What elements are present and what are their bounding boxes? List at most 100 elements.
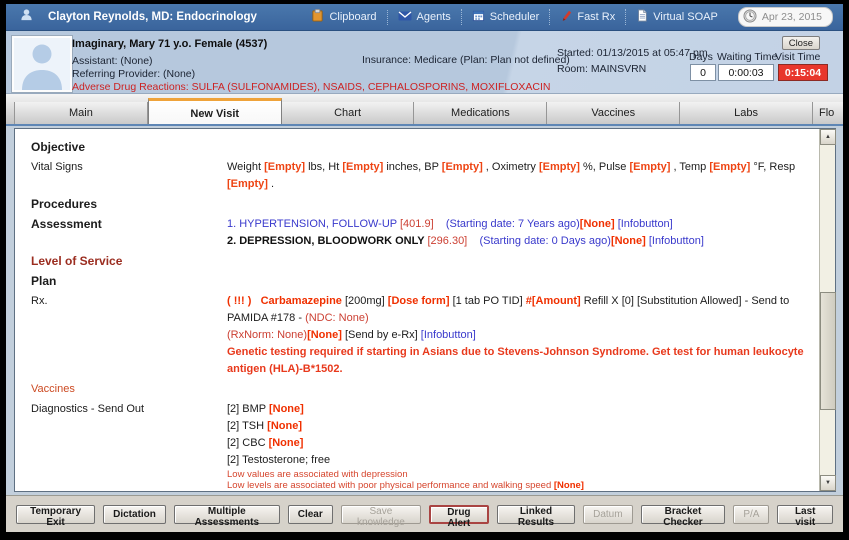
note-line[interactable]: (RxNorm: None)[None] [Send by e-Rx] [Inf… bbox=[227, 327, 815, 344]
virtual-soap-button[interactable]: Virtual SOAP bbox=[625, 9, 728, 25]
document-icon bbox=[636, 9, 648, 25]
content-area: Objective Vital SignsWeight [Empty] lbs, … bbox=[6, 126, 843, 495]
clock-icon bbox=[743, 9, 757, 26]
date-picker[interactable]: Apr 23, 2015 bbox=[738, 7, 833, 27]
patient-referring-provider: Referring Provider: (None) bbox=[72, 68, 195, 80]
patient-assistant: Assistant: (None) bbox=[72, 55, 153, 67]
section-body bbox=[227, 139, 815, 156]
datum-button: Datum bbox=[583, 505, 632, 524]
note-block: Vaccines bbox=[31, 381, 815, 398]
note-line[interactable]: 2. DEPRESSION, BLOODWORK ONLY [296.30] (… bbox=[227, 233, 815, 250]
note-block: Procedures bbox=[31, 196, 815, 213]
agents-button[interactable]: Agents bbox=[387, 10, 461, 25]
note-block: Assessment1. HYPERTENSION, FOLLOW-UP [40… bbox=[31, 216, 815, 250]
section-body: Weight [Empty] lbs, Ht [Empty] inches, B… bbox=[227, 159, 815, 193]
patient-insurance: Insurance: Medicare (Plan: Plan not defi… bbox=[362, 54, 570, 66]
scroll-up-arrow[interactable]: ▲ bbox=[820, 129, 836, 145]
adverse-drug-reactions: Adverse Drug Reactions: SULFA (SULFONAMI… bbox=[72, 81, 550, 93]
scheduler-button[interactable]: Scheduler bbox=[461, 9, 550, 25]
section-body: [2] BMP [None][2] TSH [None][2] CBC [Non… bbox=[227, 401, 815, 491]
tab-new-visit[interactable]: New Visit bbox=[148, 98, 282, 126]
section-body bbox=[227, 273, 815, 290]
note-line[interactable]: [2] CBC [None] bbox=[227, 435, 815, 452]
dictation-button[interactable]: Dictation bbox=[103, 505, 166, 524]
scheduler-label: Scheduler bbox=[490, 11, 540, 23]
soap-note-panel: Objective Vital SignsWeight [Empty] lbs, … bbox=[14, 128, 836, 492]
note-content: Objective Vital SignsWeight [Empty] lbs, … bbox=[15, 129, 819, 491]
section-body bbox=[227, 196, 815, 213]
p-a-button: P/A bbox=[733, 505, 769, 524]
waiting-time-value: 0:00:03 bbox=[718, 64, 774, 81]
note-line[interactable]: Low values are associated with depressio… bbox=[227, 469, 815, 480]
clipboard-button[interactable]: Clipboard bbox=[301, 9, 386, 25]
multiple-assessments-button[interactable]: Multiple Assessments bbox=[174, 505, 280, 524]
close-button[interactable]: Close bbox=[782, 36, 820, 50]
clipboard-icon bbox=[311, 9, 324, 25]
patient-name: Imaginary, Mary 71 y.o. Female (4537) bbox=[72, 38, 267, 50]
provider-title: Clayton Reynolds, MD: Endocrinology bbox=[48, 11, 257, 23]
section-label: Procedures bbox=[31, 196, 227, 213]
note-line[interactable]: Low levels are associated with poor phys… bbox=[227, 480, 815, 491]
section-label: Objective bbox=[31, 139, 227, 156]
titlebar: Clayton Reynolds, MD: Endocrinology Clip… bbox=[6, 4, 843, 31]
vertical-scrollbar[interactable]: ▲ ▼ bbox=[819, 129, 835, 491]
last-visit-button[interactable]: Last visit bbox=[777, 505, 833, 524]
virtual-soap-label: Virtual SOAP bbox=[653, 11, 718, 23]
date-value: Apr 23, 2015 bbox=[762, 11, 822, 23]
tab-medications[interactable]: Medications bbox=[414, 102, 547, 124]
clipboard-label: Clipboard bbox=[329, 11, 376, 23]
note-line[interactable]: ( !!! ) Carbamazepine [200mg] [Dose form… bbox=[227, 293, 815, 327]
scroll-down-arrow[interactable]: ▼ bbox=[820, 475, 836, 491]
section-body: ( !!! ) Carbamazepine [200mg] [Dose form… bbox=[227, 293, 815, 378]
note-line[interactable]: 1. HYPERTENSION, FOLLOW-UP [401.9] (Star… bbox=[227, 216, 815, 233]
tab-bar: MainNew VisitChartMedicationsVaccinesLab… bbox=[6, 94, 843, 126]
provider-icon bbox=[20, 8, 33, 26]
note-line[interactable]: [2] BMP [None] bbox=[227, 401, 815, 418]
app-window: Clayton Reynolds, MD: Endocrinology Clip… bbox=[6, 4, 843, 532]
note-block: Plan bbox=[31, 273, 815, 290]
visit-time-value: 0:15:04 bbox=[778, 64, 828, 81]
tab-chart[interactable]: Chart bbox=[282, 102, 415, 124]
tab-vaccines[interactable]: Vaccines bbox=[547, 102, 680, 124]
fast-rx-button[interactable]: Fast Rx bbox=[549, 9, 625, 25]
section-label: Vaccines bbox=[31, 381, 227, 398]
section-body bbox=[227, 381, 815, 398]
pen-icon bbox=[560, 9, 572, 25]
note-block: Level of Service bbox=[31, 253, 815, 270]
section-body: 1. HYPERTENSION, FOLLOW-UP [401.9] (Star… bbox=[227, 216, 815, 250]
save-knowledge-button: Save knowledge bbox=[341, 505, 421, 524]
scrollbar-thumb[interactable] bbox=[820, 292, 836, 410]
note-line[interactable]: [2] TSH [None] bbox=[227, 418, 815, 435]
tab-flo[interactable]: Flo bbox=[813, 102, 843, 124]
calendar-icon bbox=[472, 9, 485, 25]
section-label: Plan bbox=[31, 273, 227, 290]
note-line[interactable]: [2] Testosterone; free bbox=[227, 452, 815, 469]
note-block: Objective bbox=[31, 139, 815, 156]
waiting-time-label: Waiting Time bbox=[717, 51, 777, 63]
temporary-exit-button[interactable]: Temporary Exit bbox=[16, 505, 95, 524]
section-label: Vital Signs bbox=[31, 159, 227, 193]
agents-label: Agents bbox=[417, 11, 451, 23]
visit-started: Started: 01/13/2015 at 05:47 pm bbox=[557, 47, 708, 59]
visit-time-label: Visit Time bbox=[775, 51, 820, 63]
patient-header: Imaginary, Mary 71 y.o. Female (4537) As… bbox=[6, 31, 843, 94]
drug-alert-button[interactable]: Drug Alert bbox=[429, 505, 489, 524]
note-block: Vital SignsWeight [Empty] lbs, Ht [Empty… bbox=[31, 159, 815, 193]
section-label: Rx. bbox=[31, 293, 227, 378]
linked-results-button[interactable]: Linked Results bbox=[497, 505, 575, 524]
clear-button[interactable]: Clear bbox=[288, 505, 333, 524]
days-label: Days bbox=[689, 51, 713, 63]
tab-labs[interactable]: Labs bbox=[680, 102, 813, 124]
note-line[interactable]: Genetic testing required if starting in … bbox=[227, 344, 815, 378]
days-value: 0 bbox=[690, 64, 716, 81]
section-label: Level of Service bbox=[31, 253, 227, 270]
section-label: Assessment bbox=[31, 216, 227, 250]
visit-room: Room: MAINSVRN bbox=[557, 63, 646, 75]
note-block: Rx.( !!! ) Carbamazepine [200mg] [Dose f… bbox=[31, 293, 815, 378]
bracket-checker-button[interactable]: Bracket Checker bbox=[641, 505, 726, 524]
footer-toolbar: Temporary Exit Dictation Multiple Assessme… bbox=[6, 495, 843, 532]
envelope-icon bbox=[398, 10, 412, 25]
note-line[interactable]: Weight [Empty] lbs, Ht [Empty] inches, B… bbox=[227, 159, 815, 193]
patient-avatar bbox=[12, 36, 72, 92]
tab-main[interactable]: Main bbox=[14, 102, 148, 124]
